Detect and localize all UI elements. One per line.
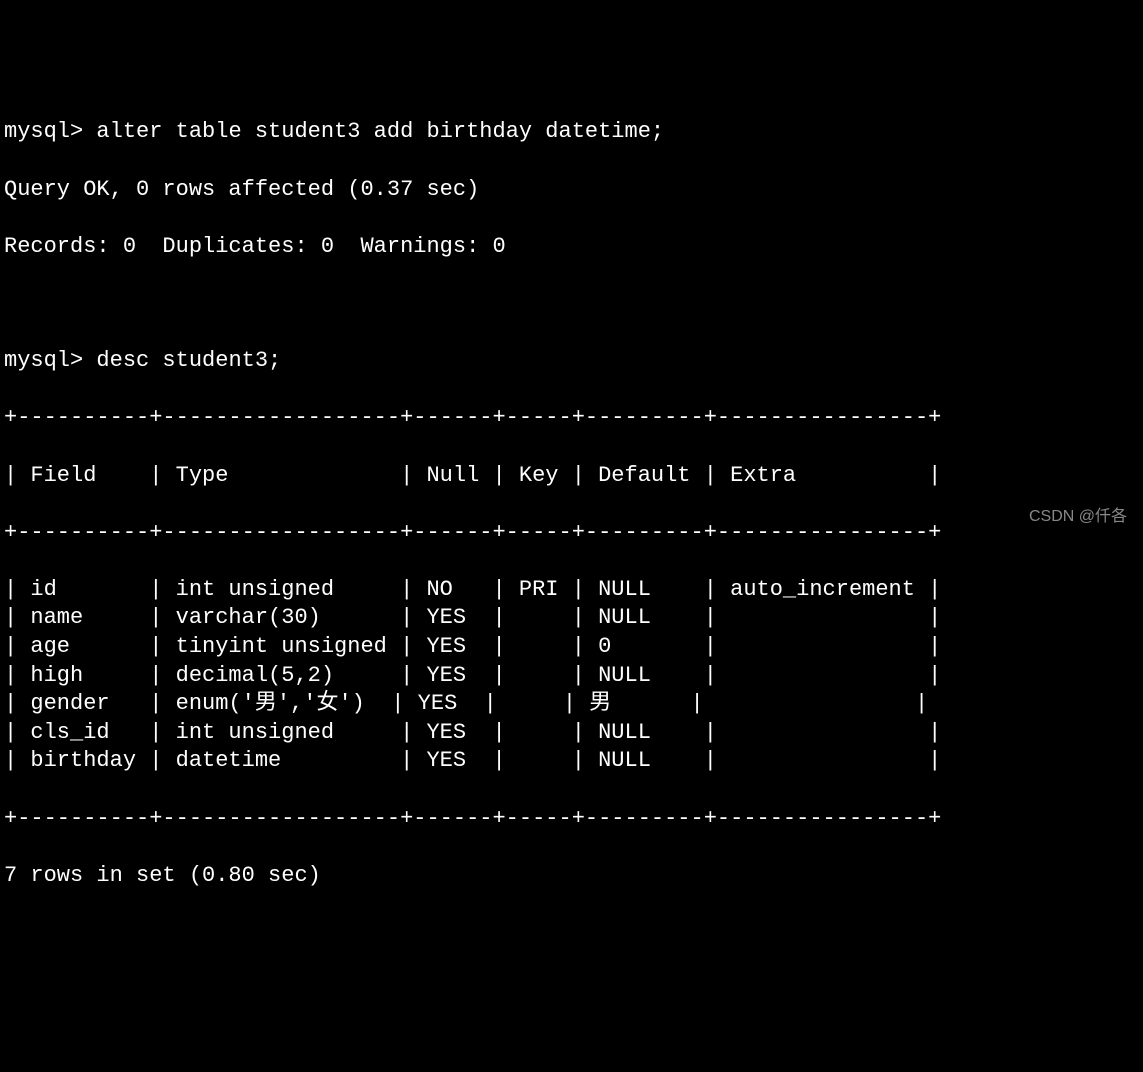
prompt: mysql> — [4, 348, 83, 373]
command-input[interactable]: alter table student3 add birthday dateti… — [96, 119, 664, 144]
output-line: Query OK, 0 rows affected (0.37 sec) — [4, 176, 1139, 205]
table-row: | name | varchar(30) | YES | | NULL | | — [4, 604, 1139, 633]
blank-line — [4, 290, 1139, 319]
table-row: | gender | enum('男','女') | YES | | 男 | | — [4, 690, 1139, 719]
table-row: | id | int unsigned | NO | PRI | NULL | … — [4, 576, 1139, 605]
output-line: Records: 0 Duplicates: 0 Warnings: 0 — [4, 233, 1139, 262]
table-border: +----------+------------------+------+--… — [4, 404, 1139, 433]
table-row: | birthday | datetime | YES | | NULL | | — [4, 747, 1139, 776]
table-row: | cls_id | int unsigned | YES | | NULL |… — [4, 719, 1139, 748]
table-row: | high | decimal(5,2) | YES | | NULL | | — [4, 662, 1139, 691]
command-input[interactable]: desc student3; — [96, 348, 281, 373]
terminal-line: mysql> alter table student3 add birthday… — [4, 118, 1139, 147]
table-row: | age | tinyint unsigned | YES | | 0 | | — [4, 633, 1139, 662]
terminal-line: mysql> desc student3; — [4, 347, 1139, 376]
table-border: +----------+------------------+------+--… — [4, 805, 1139, 834]
watermark: CSDN @仟各 — [1029, 507, 1127, 528]
table-border: +----------+------------------+------+--… — [4, 519, 1139, 548]
table-header-row: | Field | Type | Null | Key | Default | … — [4, 462, 1139, 491]
footer-line: 7 rows in set (0.80 sec) — [4, 862, 1139, 891]
prompt: mysql> — [4, 119, 83, 144]
